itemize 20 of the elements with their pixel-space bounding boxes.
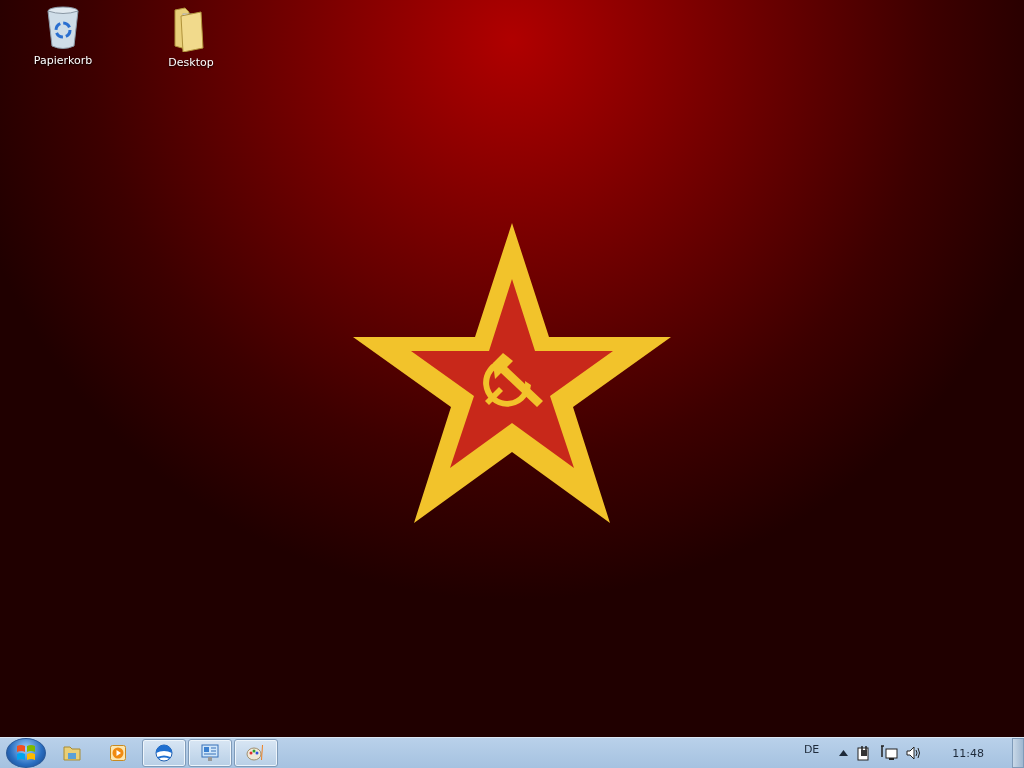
trash-bin-icon [46, 6, 80, 50]
shortcut-label: Papierkorb [33, 54, 93, 67]
show-hidden-icons-icon[interactable] [839, 750, 849, 756]
monitor-icon [201, 744, 219, 762]
start-button[interactable] [6, 738, 46, 768]
play-icon [110, 745, 126, 761]
windows-logo-icon [16, 743, 36, 763]
taskbar-button[interactable] [142, 739, 186, 767]
folder-icon [63, 745, 81, 761]
taskbar-button[interactable] [188, 739, 232, 767]
desktop-shortcut[interactable]: Desktop [153, 6, 229, 69]
volume-icon[interactable] [906, 746, 923, 760]
clock[interactable]: 11:48 [952, 746, 984, 760]
globe-icon [155, 744, 173, 762]
taskbar-button[interactable] [234, 739, 278, 767]
language-indicator[interactable]: DE [803, 743, 820, 756]
palette-icon [246, 744, 266, 762]
shortcut-label: Desktop [168, 56, 214, 69]
network-icon[interactable] [880, 745, 899, 761]
desktop-shortcut[interactable]: Papierkorb [25, 6, 101, 69]
